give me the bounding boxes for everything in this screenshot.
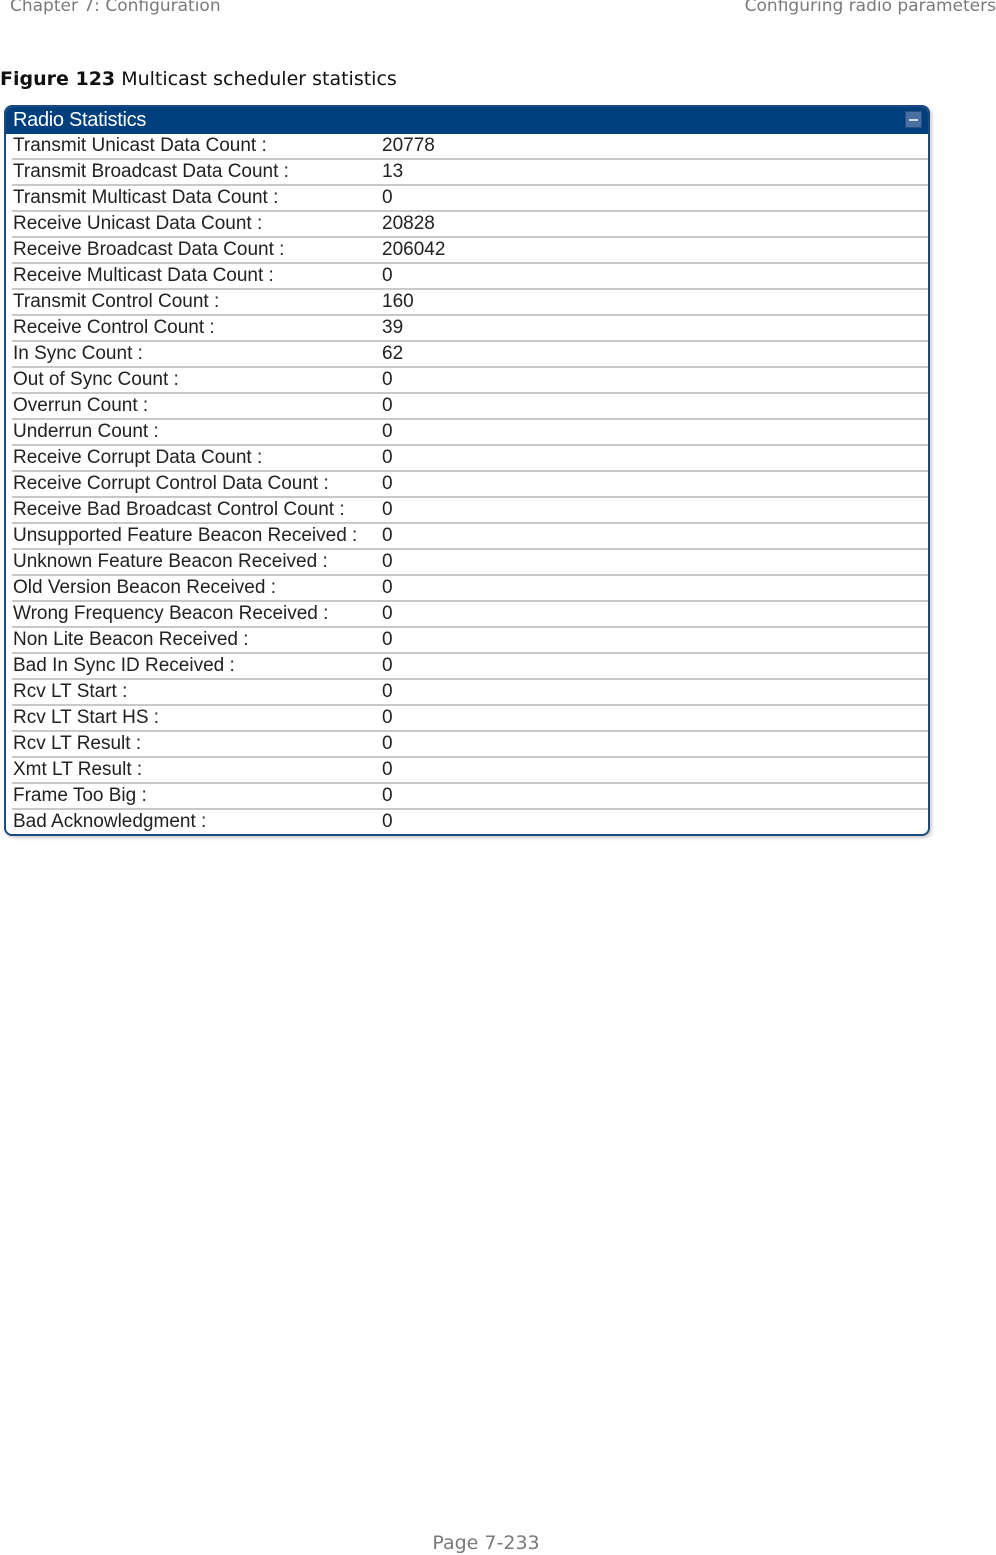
page-number: Page 7-233 — [432, 1532, 540, 1554]
table-row: Rcv LT Result :0 — [12, 732, 928, 758]
stat-value: 0 — [382, 681, 393, 702]
figure-title: Multicast scheduler statistics — [115, 68, 397, 90]
table-row: Transmit Broadcast Data Count :13 — [12, 160, 928, 186]
stat-value: 0 — [382, 265, 393, 286]
stat-label: Receive Corrupt Control Data Count : — [12, 472, 378, 496]
table-row: Receive Corrupt Data Count :0 — [12, 446, 928, 472]
stat-value: 0 — [382, 655, 393, 676]
stat-label: Overrun Count : — [12, 394, 378, 418]
stat-value: 0 — [382, 473, 393, 494]
stat-value: 0 — [382, 629, 393, 650]
stat-value: 20828 — [382, 213, 435, 234]
table-row: Transmit Multicast Data Count :0 — [12, 186, 928, 212]
stat-value: 0 — [382, 603, 393, 624]
stat-label: Wrong Frequency Beacon Received : — [12, 602, 378, 626]
table-row: Receive Multicast Data Count :0 — [12, 264, 928, 290]
stats-table: Transmit Unicast Data Count :20778 Transm… — [6, 134, 928, 834]
stat-label: Old Version Beacon Received : — [12, 576, 378, 600]
stat-value: 0 — [382, 785, 393, 806]
stat-value: 160 — [382, 291, 414, 312]
stat-label: Rcv LT Start HS : — [12, 706, 378, 730]
stat-label: Unsupported Feature Beacon Received : — [12, 524, 378, 548]
panel-title: Radio Statistics — [13, 109, 147, 131]
stat-label: Transmit Control Count : — [12, 290, 378, 314]
table-row: Non Lite Beacon Received :0 — [12, 628, 928, 654]
collapse-icon[interactable] — [905, 111, 922, 128]
stat-label: Bad In Sync ID Received : — [12, 654, 378, 678]
table-row: Bad In Sync ID Received :0 — [12, 654, 928, 680]
stat-value: 0 — [382, 447, 393, 468]
figure-number: Figure 123 — [0, 68, 116, 90]
table-row: In Sync Count :62 — [12, 342, 928, 368]
table-row: Transmit Unicast Data Count :20778 — [12, 134, 928, 160]
stat-value: 0 — [382, 577, 393, 598]
stat-value: 0 — [382, 733, 393, 754]
stat-value: 13 — [382, 161, 404, 182]
table-row: Transmit Control Count :160 — [12, 290, 928, 316]
stat-value: 0 — [382, 551, 393, 572]
stat-value: 0 — [382, 707, 393, 728]
stat-value: 0 — [382, 421, 393, 442]
panel-header: Radio Statistics — [6, 107, 928, 134]
stat-label: Xmt LT Result : — [12, 758, 378, 782]
stat-label: Transmit Broadcast Data Count : — [12, 160, 378, 184]
table-row: Xmt LT Result :0 — [12, 758, 928, 784]
table-row: Underrun Count :0 — [12, 420, 928, 446]
table-row: Old Version Beacon Received :0 — [12, 576, 928, 602]
table-row: Wrong Frequency Beacon Received :0 — [12, 602, 928, 628]
stat-label: Transmit Multicast Data Count : — [12, 186, 378, 210]
stat-value: 39 — [382, 317, 404, 338]
stat-label: Rcv LT Result : — [12, 732, 378, 756]
stat-label: Out of Sync Count : — [12, 368, 378, 392]
stat-value: 206042 — [382, 239, 446, 260]
stat-label: Transmit Unicast Data Count : — [12, 134, 378, 158]
radio-statistics-panel: Radio Statistics Transmit Unicast Data C… — [4, 105, 930, 836]
stat-label: Underrun Count : — [12, 420, 378, 444]
table-row: Bad Acknowledgment :0 — [12, 810, 928, 834]
stat-label: Rcv LT Start : — [12, 680, 378, 704]
chapter-header: Chapter 7: Configuration — [10, 0, 221, 16]
stat-label: Receive Corrupt Data Count : — [12, 446, 378, 470]
stat-value: 0 — [382, 499, 393, 520]
section-header: Configuring radio parameters — [744, 0, 996, 16]
table-row: Receive Unicast Data Count :20828 — [12, 212, 928, 238]
table-row: Out of Sync Count :0 — [12, 368, 928, 394]
stat-label: Receive Bad Broadcast Control Count : — [12, 498, 378, 522]
stat-value: 0 — [382, 187, 393, 208]
stat-label: Receive Unicast Data Count : — [12, 212, 378, 236]
table-row: Frame Too Big :0 — [12, 784, 928, 810]
stat-label: In Sync Count : — [12, 342, 378, 366]
stat-value: 0 — [382, 759, 393, 780]
stat-value: 0 — [382, 525, 393, 546]
table-row: Rcv LT Start :0 — [12, 680, 928, 706]
figure-caption: Figure 123 Multicast scheduler statistic… — [0, 68, 397, 90]
table-row: Receive Control Count :39 — [12, 316, 928, 342]
stat-value: 0 — [382, 811, 393, 832]
stat-label: Receive Multicast Data Count : — [12, 264, 378, 288]
stat-label: Receive Broadcast Data Count : — [12, 238, 378, 262]
table-row: Unsupported Feature Beacon Received :0 — [12, 524, 928, 550]
table-row: Receive Broadcast Data Count :206042 — [12, 238, 928, 264]
table-row: Receive Corrupt Control Data Count :0 — [12, 472, 928, 498]
stat-label: Bad Acknowledgment : — [12, 810, 378, 834]
stat-value: 62 — [382, 343, 404, 364]
stat-label: Frame Too Big : — [12, 784, 378, 808]
table-row: Receive Bad Broadcast Control Count :0 — [12, 498, 928, 524]
stat-label: Unknown Feature Beacon Received : — [12, 550, 378, 574]
stat-label: Receive Control Count : — [12, 316, 378, 340]
table-row: Overrun Count :0 — [12, 394, 928, 420]
stat-value: 20778 — [382, 135, 435, 156]
stat-label: Non Lite Beacon Received : — [12, 628, 378, 652]
stat-value: 0 — [382, 369, 393, 390]
table-row: Rcv LT Start HS :0 — [12, 706, 928, 732]
stat-value: 0 — [382, 395, 393, 416]
table-row: Unknown Feature Beacon Received :0 — [12, 550, 928, 576]
